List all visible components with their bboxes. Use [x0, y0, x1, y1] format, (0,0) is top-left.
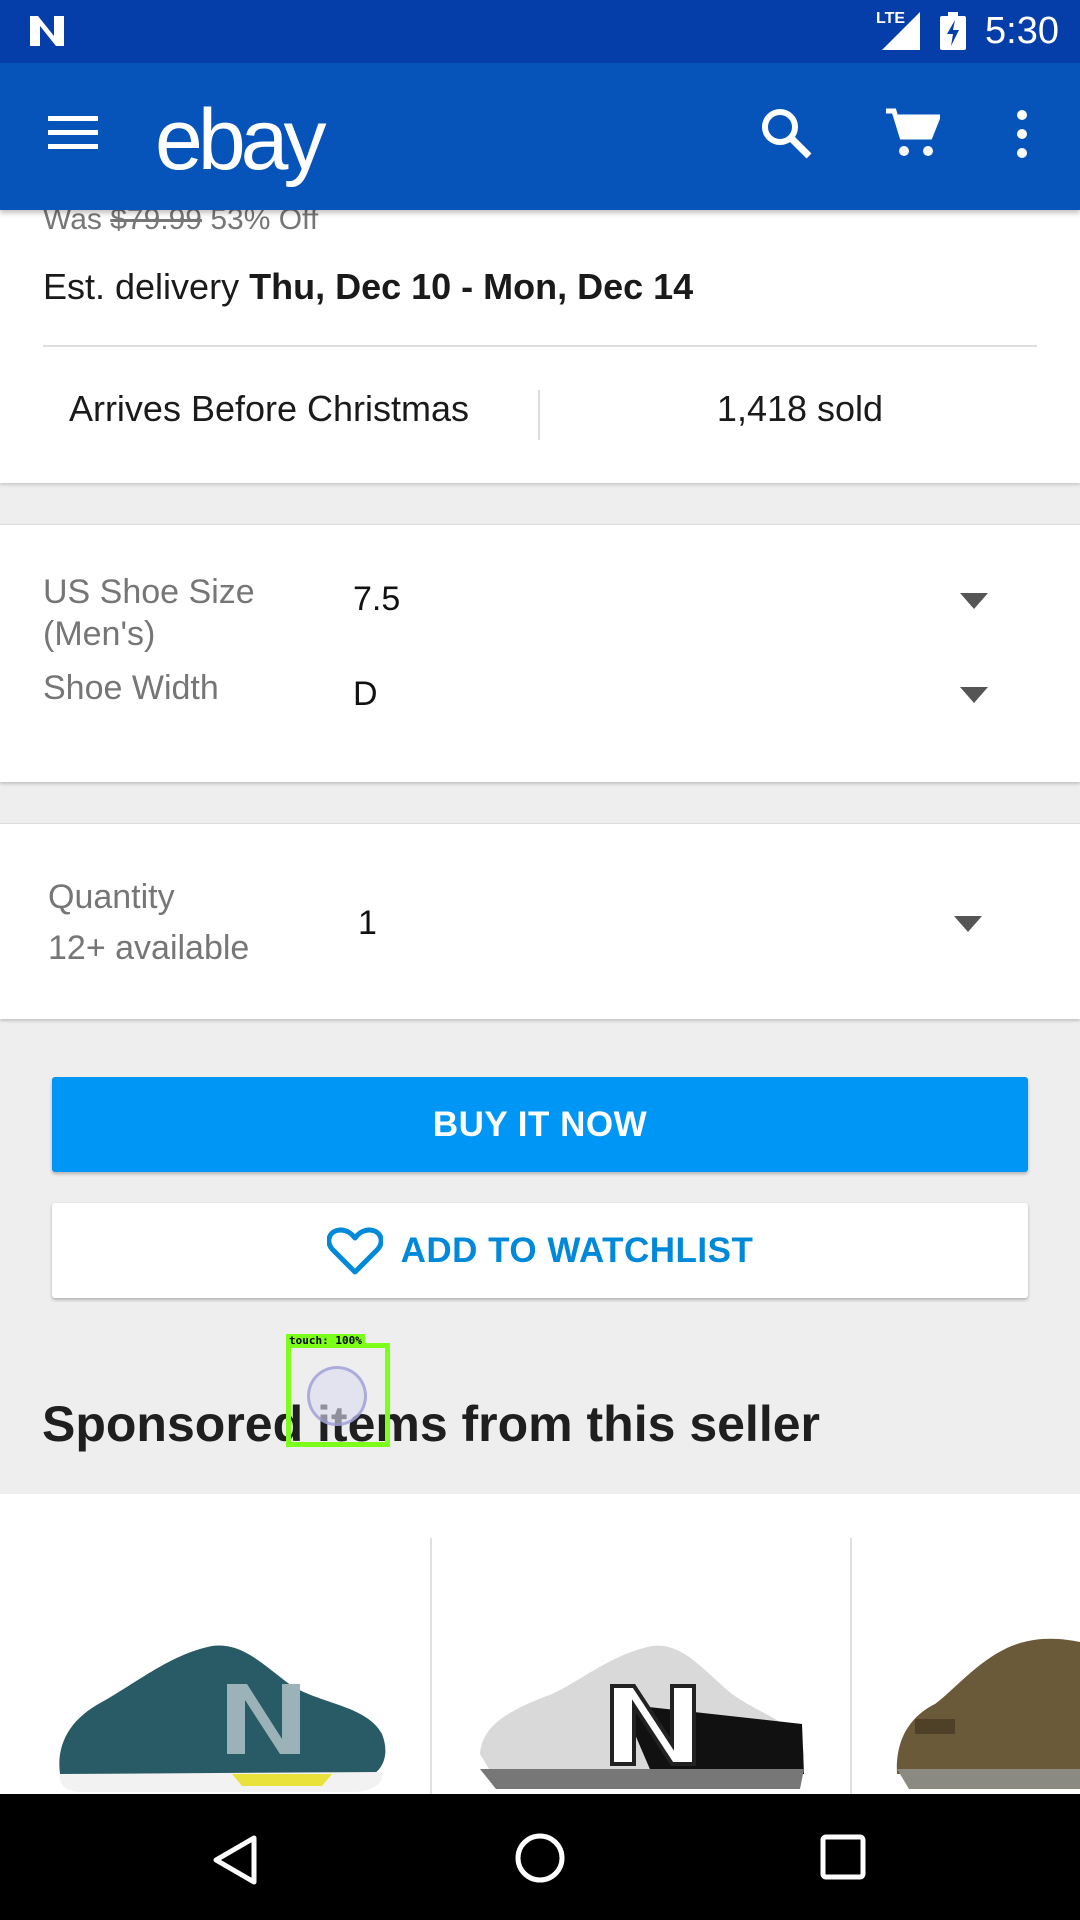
home-icon[interactable] — [514, 1832, 566, 1884]
network-type-label: LTE — [876, 10, 906, 27]
cart-icon[interactable] — [884, 107, 940, 159]
status-bar: LTE 5:30 — [0, 0, 1080, 63]
sold-count: 1,418 sold — [716, 388, 884, 429]
quantity-value[interactable]: 1 — [358, 904, 377, 943]
shoe-size-value[interactable]: 7.5 — [353, 580, 400, 619]
availability-label: 12+ available — [48, 929, 250, 967]
christmas-badge: Arrives Before Christmas — [68, 388, 470, 429]
sponsored-products-strip — [0, 1494, 1080, 1794]
variation-card: US Shoe Size (Men's) 7.5 Shoe Width D — [0, 524, 1080, 782]
app-bar: ebay — [0, 63, 1080, 210]
ebay-logo[interactable]: ebay — [155, 91, 326, 190]
touch-label: touch: 100% — [286, 1334, 365, 1347]
product-image-black-white-shoe[interactable] — [472, 1624, 812, 1794]
watchlist-label: ADD TO WATCHLIST — [400, 1230, 754, 1270]
add-to-watchlist-button[interactable]: ADD TO WATCHLIST — [52, 1203, 1028, 1298]
menu-icon[interactable] — [48, 114, 98, 152]
navigation-bar — [0, 1794, 1080, 1920]
quantity-card: Quantity 12+ available 1 — [0, 823, 1080, 1019]
quantity-label: Quantity — [48, 878, 175, 916]
battery-charging-icon — [940, 12, 966, 50]
recents-icon[interactable] — [820, 1834, 866, 1880]
buy-it-now-button[interactable]: BUY IT NOW — [52, 1077, 1028, 1172]
shoe-size-dropdown-icon[interactable] — [960, 593, 988, 609]
divider — [850, 1538, 852, 1794]
notification-n-icon — [30, 16, 64, 46]
heart-icon — [326, 1227, 383, 1274]
delivery-prefix: Est. delivery — [43, 266, 240, 307]
sponsored-title: Sponsored items from this seller — [42, 1396, 820, 1452]
more-options-icon[interactable] — [1010, 109, 1034, 159]
search-icon[interactable] — [760, 107, 812, 159]
delivery-dates: Thu, Dec 10 - Mon, Dec 14 — [249, 266, 694, 307]
status-clock: 5:30 — [985, 10, 1059, 52]
quantity-dropdown-icon[interactable] — [954, 916, 982, 932]
back-icon[interactable] — [212, 1834, 258, 1886]
touch-highlight-box — [286, 1343, 390, 1447]
shoe-width-dropdown-icon[interactable] — [960, 687, 988, 703]
product-image-brown-shoe[interactable] — [895, 1624, 1080, 1794]
divider — [430, 1538, 432, 1794]
shoe-size-label: US Shoe Size (Men's) — [43, 573, 255, 653]
divider — [43, 345, 1037, 347]
estimated-delivery: Est. delivery Thu, Dec 10 - Mon, Dec 14 — [43, 266, 693, 308]
delivery-card: Was $79.99 53% Off Est. delivery Thu, De… — [0, 200, 1080, 483]
shoe-width-value[interactable]: D — [353, 675, 378, 714]
product-image-teal-shoe[interactable] — [52, 1624, 392, 1794]
shoe-width-label: Shoe Width — [43, 669, 219, 707]
screen: LTE 5:30 ebay Was $79.99 53% Off Est. de… — [0, 0, 1080, 1920]
